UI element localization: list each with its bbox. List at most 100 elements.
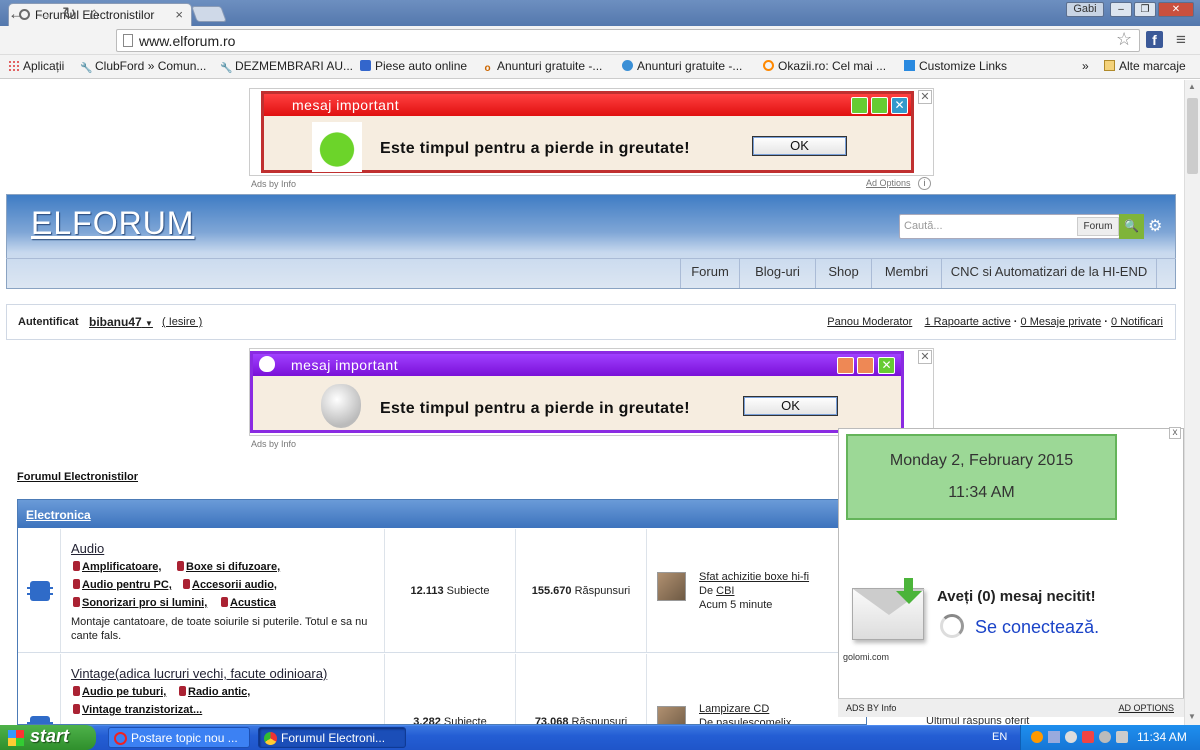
profile-button[interactable]: Gabi	[1066, 2, 1104, 17]
bookmark-anunturi[interactable]: Anunturi gratuite -...	[622, 59, 742, 73]
home-icon[interactable]: ⌂	[89, 5, 99, 23]
bookmark-okazii[interactable]: Okazii.ro: Cel mai ...	[763, 59, 886, 73]
subforum-link[interactable]: Sonorizari pro si lumini,	[73, 597, 207, 609]
forum-table: Electronica Audio Amplificatoare, Boxe s…	[17, 499, 867, 725]
maximize-button[interactable]: ❐	[1134, 2, 1156, 17]
logout-link[interactable]: ( Iesire )	[162, 316, 202, 328]
search-scope-select[interactable]: Forum	[1077, 217, 1119, 236]
ad-maximize-icon[interactable]	[857, 357, 874, 374]
reload-icon[interactable]: ↻	[62, 5, 76, 23]
ad-minimize-icon[interactable]	[851, 97, 868, 114]
taskbar-item-chrome[interactable]: Forumul Electroni...	[258, 727, 406, 748]
subforum-link[interactable]: Amplificatoare,	[73, 561, 161, 573]
chrome-menu-icon[interactable]: ≡	[1176, 30, 1186, 50]
ads-by-label[interactable]: ADS BY Info	[846, 703, 896, 713]
forum-title-link[interactable]: Vintage(adica lucruri vechi, facute odin…	[71, 666, 327, 681]
nav-forum[interactable]: Forum	[680, 258, 739, 288]
notifications-link[interactable]: 0 Notificari	[1111, 316, 1163, 328]
author-link[interactable]: CBI	[716, 585, 734, 597]
ad-close-button[interactable]: ✕	[918, 90, 932, 104]
chip-icon	[27, 716, 53, 724]
facebook-extension-icon[interactable]: f	[1146, 31, 1163, 48]
subforum-link[interactable]: Accesorii audio,	[183, 579, 277, 591]
last-post-author: De CBI	[699, 585, 735, 597]
subforum-link[interactable]: Audio pentru PC,	[73, 579, 172, 591]
widget-brand[interactable]: golomi.com	[843, 652, 889, 662]
gear-icon[interactable]: ⚙	[1148, 216, 1162, 236]
bookmark-olx[interactable]: o Anunturi gratuite -...	[482, 59, 602, 74]
vertical-scrollbar[interactable]: ▲ ▼	[1184, 80, 1200, 725]
tab-close-icon[interactable]: ×	[175, 7, 183, 22]
other-bookmarks-folder[interactable]: Alte marcaje	[1104, 59, 1186, 73]
private-messages-link[interactable]: 0 Mesaje private	[1021, 316, 1102, 328]
ad-dialog-title: mesaj important	[264, 94, 911, 116]
olx-icon: o	[484, 63, 491, 74]
replies-cell: 73.068 Răspunsuri	[515, 654, 646, 724]
bookmark-piese-auto[interactable]: Piese auto online	[360, 59, 467, 73]
ad-close-button[interactable]: ✕	[918, 350, 932, 364]
subforum-link[interactable]: Acustica	[221, 597, 276, 609]
subforum-link[interactable]: Audio pe tuburi,	[73, 686, 166, 698]
bookmark-clubford[interactable]: 🔧 ClubFord » Comun...	[80, 59, 206, 74]
widget-date: Monday 2, February 2015	[889, 452, 1074, 469]
bookmark-dezmembrari[interactable]: 🔧 DEZMEMBRARI AU...	[220, 59, 353, 74]
taskbar-item-opera[interactable]: Postare topic nou ...	[108, 727, 250, 748]
breadcrumb[interactable]: Forumul Electronistilor	[17, 471, 138, 483]
chevron-down-icon: ▼	[145, 319, 153, 328]
avatar[interactable]	[657, 706, 686, 724]
last-post-cell: Sfat achizitie boxe hi-fi De CBI Acum 5 …	[646, 529, 866, 652]
search-icon[interactable]: 🔍	[1119, 214, 1144, 239]
new-tab-button[interactable]	[191, 6, 227, 22]
address-bar[interactable]: www.elforum.ro	[116, 29, 1140, 52]
nav-shop[interactable]: Shop	[815, 258, 871, 288]
forum-description: Montaje cantatoare, de toate soiurile si…	[71, 616, 368, 642]
forum-title-link[interactable]: Audio	[71, 541, 104, 556]
widget-close-button[interactable]: x	[1169, 427, 1181, 439]
nav-cnc[interactable]: CNC si Automatizari de la HI-END	[941, 258, 1157, 288]
close-window-button[interactable]: ✕	[1158, 2, 1194, 17]
subforum-link[interactable]: Boxe si difuzoare,	[177, 561, 280, 573]
minimize-button[interactable]: –	[1110, 2, 1132, 17]
category-header[interactable]: Electronica	[18, 500, 866, 528]
subforum-link[interactable]: Vintage tranzistorizat...	[73, 704, 202, 716]
scroll-thumb[interactable]	[1187, 98, 1198, 174]
last-post-link[interactable]: Sfat achizitie boxe hi-fi	[699, 571, 809, 583]
bookmarks-overflow-button[interactable]: »	[1082, 59, 1089, 73]
last-post-link[interactable]: Lampizare CD	[699, 703, 769, 715]
language-indicator[interactable]: EN	[992, 731, 1007, 743]
ad-minimize-icon[interactable]	[837, 357, 854, 374]
subforum-link[interactable]: Radio antic,	[179, 686, 250, 698]
ad-close-icon[interactable]: ✕	[891, 97, 908, 114]
ad-dialog[interactable]: mesaj important ✕ Este timpul pentru a p…	[261, 91, 914, 173]
username-link[interactable]: bibanu47 ▼	[89, 315, 153, 329]
ad-options-link[interactable]: Ad Options	[866, 178, 911, 188]
folder-icon	[1104, 60, 1115, 71]
apps-bookmark[interactable]: Aplicații	[8, 59, 64, 73]
chat-bubble-icon	[622, 60, 633, 71]
reports-link[interactable]: 1 Rapoarte active	[925, 316, 1011, 328]
taskbar-clock[interactable]: 11:34 AM	[1137, 730, 1187, 744]
ad-attribution[interactable]: Ads by Info	[251, 179, 296, 189]
topics-cell: 12.113 Subiecte	[384, 529, 515, 652]
bookmark-star-icon[interactable]: ☆	[1116, 29, 1132, 50]
avatar[interactable]	[657, 572, 686, 601]
ad-attribution[interactable]: Ads by Info	[251, 439, 296, 449]
forward-arrow-icon[interactable]: →	[36, 5, 53, 23]
start-button[interactable]: start	[0, 725, 96, 750]
forum-row: Vintage(adica lucruri vechi, facute odin…	[18, 654, 866, 724]
ad-options-link[interactable]: AD OPTIONS	[1118, 703, 1174, 713]
ad-close-icon[interactable]: ✕	[878, 357, 895, 374]
ad-ok-button[interactable]: OK	[752, 136, 847, 156]
ad-maximize-icon[interactable]	[871, 97, 888, 114]
moderator-panel-link[interactable]: Panou Moderator	[827, 316, 912, 328]
ad-dialog-2[interactable]: mesaj important ✕ Este timpul pentru a p…	[250, 351, 904, 433]
ad-ok-button[interactable]: OK	[743, 396, 838, 416]
site-logo[interactable]: ELFORUM	[31, 205, 194, 242]
nav-blogs[interactable]: Blog-uri	[739, 258, 815, 288]
nav-members[interactable]: Membri	[871, 258, 941, 288]
bookmark-customize-links[interactable]: Customize Links	[904, 59, 1007, 73]
info-icon[interactable]: i	[918, 177, 931, 190]
back-arrow-icon[interactable]: ←	[8, 5, 25, 23]
loading-spinner-icon	[940, 614, 964, 638]
clock-panel: Monday 2, February 2015 11:34 AM	[846, 434, 1117, 520]
